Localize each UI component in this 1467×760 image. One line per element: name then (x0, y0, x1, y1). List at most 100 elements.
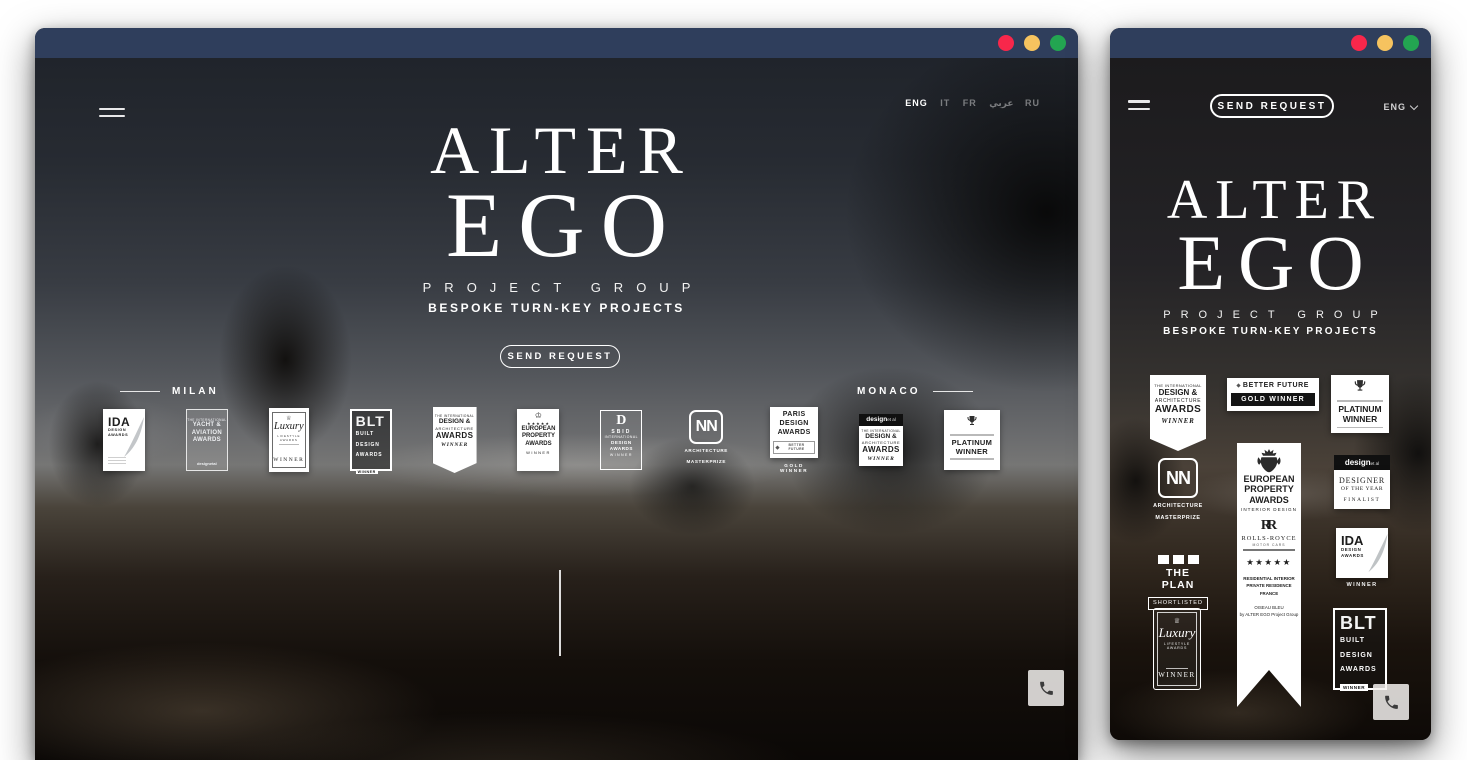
minimize-window-button[interactable] (1377, 35, 1393, 51)
feather-icon (1365, 532, 1388, 574)
badge-platinum-winner: PLATINUM WINNER (944, 410, 1000, 470)
location-milan: MILAN (120, 386, 219, 397)
badge-line: LIFESTYLE AWARDS (273, 434, 305, 442)
language-it[interactable]: IT (940, 98, 950, 108)
badge-line: ARCHITECTURE (1152, 502, 1204, 510)
language-ar[interactable]: عربي (989, 99, 1013, 109)
location-label: MONACO (857, 386, 921, 397)
badge-ida-design-awards: IDA DESIGN AWARDS WINNER (1336, 528, 1388, 588)
badge-european-property-awards: ♔ ★★★★★ EUROPEAN PROPERTY AWARDS WINNER (517, 409, 559, 471)
badge-luxury-lifestyle-awards: ♕ Luxury LIFESTYLE AWARDS WINNER (269, 408, 309, 472)
phone-button[interactable] (1373, 684, 1409, 720)
stars-icon: ★★★★★ (1237, 558, 1301, 568)
badge-line: BETTER FUTURE (1243, 382, 1309, 389)
badge-line: THE PLAN (1148, 567, 1208, 591)
badge-line: GOLD WINNER (1231, 393, 1315, 406)
phone-icon (1038, 680, 1055, 697)
badge-line: FRANCE (1237, 590, 1301, 597)
badge-ida-design-awards: IDA DESIGN AWARDS (103, 409, 145, 471)
badge-line: AVIATION (187, 430, 227, 438)
site-logo: ALTER EGO PROJECT GROUP BESPOKE TURN-KEY… (35, 116, 1078, 315)
crest-icon (1254, 448, 1284, 474)
badge-line: AWARDS (1237, 495, 1301, 505)
badge-line: DESIGN (1340, 651, 1380, 662)
badge-designer-of-the-year: designet al DESIGNER OF THE YEAR FINALIS… (1334, 455, 1390, 509)
mobile-titlebar (1110, 28, 1431, 58)
desktop-titlebar (35, 28, 1078, 58)
star-icon (1236, 383, 1240, 387)
close-window-button[interactable] (1351, 35, 1367, 51)
crown-icon: ♔ (517, 412, 559, 421)
language-switcher: ENG IT FR عربي RU (896, 98, 1040, 109)
badge-line: DESIGNER (1336, 476, 1388, 485)
badge-logo: D (601, 414, 641, 429)
badge-line: AWARDS (517, 441, 559, 449)
badge-logo: NN (689, 410, 723, 444)
zoom-window-button[interactable] (1050, 35, 1066, 51)
trophy-icon (1353, 379, 1367, 393)
badge-line: ARCHITECTURE (683, 448, 729, 455)
language-fr[interactable]: FR (963, 98, 977, 108)
badge-built-design-awards: BLT BUILT DESIGN AWARDS WINNER (1333, 608, 1387, 690)
badge-design-architecture-awards: THE INTERNATIONAL DESIGN & ARCHITECTURE … (1150, 375, 1206, 451)
badge-design-architecture-awards: THE INTERNATIONAL DESIGN & ARCHITECTURE … (433, 407, 477, 473)
badge-luxury-lifestyle-awards: ♕ Luxury LIFESTYLE AWARDS WINNER (1153, 608, 1201, 690)
badge-line: LIFESTYLE AWARDS (1158, 642, 1196, 650)
mobile-page: SEND REQUEST ENG ALTER EGO PROJECT GROUP… (1110, 58, 1431, 740)
phone-icon (1383, 694, 1400, 711)
badge-line: GOLD WINNER (770, 463, 818, 473)
minimize-window-button[interactable] (1024, 35, 1040, 51)
badge-the-plan: THE PLAN SHORTLISTED (1148, 555, 1208, 610)
badge-line: PLATINUM (1331, 404, 1389, 415)
send-request-button[interactable]: SEND REQUEST (1210, 94, 1334, 118)
language-dropdown[interactable]: ENG (1383, 102, 1417, 112)
badge-logo: NN (1158, 458, 1198, 498)
badge-line: BUILT (1340, 636, 1380, 647)
badge-logo: design (866, 416, 887, 423)
phone-button[interactable] (1028, 670, 1064, 706)
badge-line: WINNER (517, 450, 559, 455)
badge-line: AWARDS (601, 446, 641, 452)
location-line (933, 391, 973, 392)
badge-line: OF THE YEAR (1336, 486, 1388, 492)
site-logo: ALTER EGO PROJECT GROUP BESPOKE TURN-KEY… (1110, 172, 1431, 337)
logo-word-ego: EGO (1110, 228, 1431, 298)
badge-european-property-awards-ribbon: EUROPEAN PROPERTY AWARDS INTERIOR DESIGN… (1237, 443, 1301, 707)
logo-subtitle: PROJECT GROUP (35, 280, 1078, 295)
badge-logo: et al (1371, 461, 1380, 466)
badge-line: WINNER (433, 442, 477, 448)
badge-line: BUILT (356, 431, 386, 439)
badge-line: MOTOR CARS (1237, 543, 1301, 547)
badge-designetal-awards: designet al THE INTERNATIONAL DESIGN & A… (859, 414, 903, 467)
badge-line: WINNER (1340, 684, 1368, 691)
badge-line: WINNER (1331, 414, 1389, 425)
badge-line: OISEAU BLEU (1237, 604, 1301, 611)
badge-line: AWARDS (356, 452, 386, 460)
rolls-royce-monogram: RR (1237, 519, 1301, 533)
chevron-down-icon (1410, 101, 1418, 109)
badge-line: EUROPEAN (517, 426, 559, 434)
badge-line: WINNER (1150, 417, 1206, 425)
window-controls (998, 28, 1066, 58)
zoom-window-button[interactable] (1403, 35, 1419, 51)
badge-better-future-gold: BETTER FUTURE GOLD WINNER (1227, 378, 1319, 411)
language-eng[interactable]: ENG (905, 98, 928, 108)
send-request-button[interactable]: SEND REQUEST (500, 345, 620, 368)
badge-line: WINNER (273, 457, 305, 463)
badge-line: RESIDENTIAL INTERIOR (1237, 575, 1301, 582)
desktop-browser-window: ENG IT FR عربي RU ALTER EGO PROJECT GROU… (35, 28, 1078, 760)
logo-subtitle: PROJECT GROUP (1110, 309, 1431, 321)
badge-line: AWARDS (433, 431, 477, 440)
badge-line: DESIGN & (861, 433, 901, 441)
badge-line: DESIGN (356, 442, 386, 450)
menu-icon[interactable] (1128, 100, 1150, 110)
badge-line: WINNER (861, 456, 901, 462)
location-line (120, 391, 160, 392)
badge-line: AWARDS (861, 445, 901, 454)
badge-logo: et al (887, 417, 896, 422)
logo-word-ego: EGO (35, 184, 1078, 267)
badge-line: designetal (187, 461, 227, 466)
language-ru[interactable]: RU (1025, 98, 1040, 108)
badge-paris-design-awards: PARIS DESIGN AWARDS BETTER FUTURE GOLD W… (770, 407, 818, 472)
close-window-button[interactable] (998, 35, 1014, 51)
